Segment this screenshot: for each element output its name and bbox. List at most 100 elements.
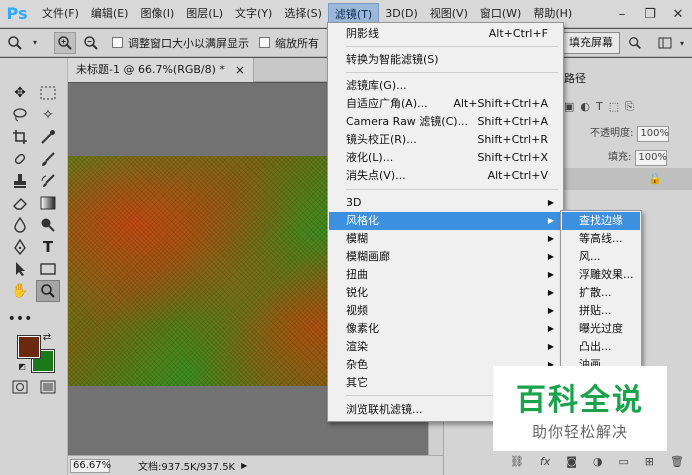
history-brush-tool-icon[interactable] [36,170,60,192]
filter-menu-item[interactable]: 模糊画廊 ▶ [329,248,562,266]
watermark-title: 百科全说 [516,383,644,418]
menu-select[interactable]: 选择(S) [278,3,328,25]
filter-menu-item[interactable]: 自适应广角(A)... Alt+Shift+Ctrl+A [329,95,562,113]
opacity-field[interactable]: 100% [637,126,670,142]
delete-layer-icon[interactable]: 🗑 [670,455,684,468]
photoshop-logo: Ps [6,4,28,23]
close-window-icon[interactable]: ✕ [664,0,692,28]
zoom-in-icon[interactable] [54,31,76,54]
shape-filter-icon[interactable]: ⬚ [609,100,619,114]
filter-menu-item-label: 锐化 [346,286,368,299]
menu-layer[interactable]: 图层(L) [180,3,229,25]
lasso-tool-icon[interactable] [8,104,32,126]
filter-menu-item[interactable]: 模糊 ▶ [329,230,562,248]
magic-wand-tool-icon[interactable]: ✧ [36,104,60,126]
smart-object-filter-icon[interactable]: ⎘ [625,100,634,114]
filter-menu-item[interactable]: 阴影线 Alt+Ctrl+F [329,25,562,43]
new-group-icon[interactable]: ▭ [618,455,628,468]
crop-tool-icon[interactable] [8,126,32,148]
move-tool-icon[interactable]: ✥ [8,82,32,104]
layer-row[interactable]: 🔒 [564,168,692,190]
status-arrow-icon[interactable]: ▶ [241,461,247,470]
zoom-tool-preset-icon[interactable] [4,32,26,54]
type-tool-icon[interactable]: T [36,236,60,258]
zoom-all-checkbox[interactable] [259,37,270,48]
submenu-item[interactable]: 扩散... [562,284,640,302]
filter-menu-item[interactable]: 转换为智能滤镜(S) [329,51,562,69]
document-tab[interactable]: 未标题-1 @ 66.7%(RGB/8) * × [68,58,254,82]
filter-menu-item[interactable]: 渲染 ▶ [329,338,562,356]
swap-colors-icon[interactable]: ⇄ [40,330,54,344]
dodge-tool-icon[interactable] [36,214,60,236]
submenu-item[interactable]: 拼贴... [562,302,640,320]
filter-menu-item[interactable]: 视频 ▶ [329,302,562,320]
type-filter-icon[interactable]: T [596,100,603,114]
rectangle-tool-icon[interactable] [36,258,60,280]
pen-tool-icon[interactable] [8,236,32,258]
eyedropper-tool-icon[interactable] [36,126,60,148]
menu-image[interactable]: 图像(I) [134,3,180,25]
submenu-arrow-icon: ▶ [547,342,554,351]
hand-tool-icon[interactable]: ✋ [8,280,32,302]
eraser-tool-icon[interactable] [8,192,32,214]
fill-field[interactable]: 100% [635,150,668,166]
workspace-dropdown-icon[interactable]: ▾ [676,32,688,54]
submenu-arrow-icon: ▶ [547,252,554,261]
submenu-item[interactable]: 等高线... [562,230,640,248]
submenu-item-find-edges[interactable]: 查找边缘 [562,212,640,230]
search-icon[interactable] [624,32,646,54]
path-selection-tool-icon[interactable] [8,258,32,280]
clone-stamp-tool-icon[interactable] [8,170,32,192]
default-colors-icon[interactable]: ◩ [16,360,28,372]
zoom-level-field[interactable]: 66.67% [70,458,111,473]
quick-mask-icon[interactable] [8,376,32,398]
resize-windows-checkbox[interactable] [112,37,123,48]
fx-icon[interactable]: fx [540,455,550,468]
menu-type[interactable]: 文字(Y) [229,3,278,25]
menu-file[interactable]: 文件(F) [36,3,85,25]
filter-menu-item[interactable]: Camera Raw 滤镜(C)... Shift+Ctrl+A [329,113,562,131]
screen-mode-icon[interactable] [36,376,60,398]
close-document-icon[interactable]: × [235,58,245,82]
filter-menu-item[interactable]: 锐化 ▶ [329,284,562,302]
zoom-tool-icon[interactable] [36,280,60,302]
minimize-icon[interactable]: – [608,0,636,28]
link-layers-icon[interactable]: ⛓ [510,455,524,468]
resize-windows-option[interactable]: 调整窗口大小以满屏显示 [112,35,249,51]
brush-tool-icon[interactable] [36,148,60,170]
filter-menu-item[interactable]: 镜头校正(R)... Shift+Ctrl+R [329,131,562,149]
zoom-all-option[interactable]: 缩放所有 [259,35,319,51]
foreground-color-swatch[interactable] [17,335,41,359]
marquee-tool-icon[interactable] [36,82,60,104]
add-mask-icon[interactable]: ◙ [566,455,577,468]
filter-menu-item[interactable]: 液化(L)... Shift+Ctrl+X [329,149,562,167]
filter-menu-item[interactable]: 消失点(V)... Alt+Ctrl+V [329,167,562,185]
fill-screen-button[interactable]: 填充屏幕 [562,32,620,54]
zoom-out-icon[interactable] [80,32,102,54]
filter-menu-item[interactable]: 像素化 ▶ [329,320,562,338]
submenu-arrow-icon: ▶ [547,288,554,297]
submenu-item[interactable]: 风... [562,248,640,266]
image-filter-icon[interactable]: ▣ [564,100,574,114]
more-tools-icon[interactable]: ••• [8,308,33,330]
submenu-item[interactable]: 曝光过度 [562,320,640,338]
submenu-arrow-icon: ▶ [547,198,554,207]
filter-menu-item[interactable]: 滤镜库(G)... [329,77,562,95]
menu-edit[interactable]: 编辑(E) [85,3,135,25]
submenu-item[interactable]: 浮雕效果... [562,266,640,284]
workspace-icon[interactable] [654,32,676,54]
filter-menu-item-stylize[interactable]: 风格化 ▶ [329,212,562,230]
new-layer-icon[interactable]: ⊞ [645,455,654,468]
filter-menu-item[interactable]: 3D ▶ [329,194,562,212]
maximize-icon[interactable]: ❐ [636,0,664,28]
filter-menu-item[interactable]: 扭曲 ▶ [329,266,562,284]
adjustment-filter-icon[interactable]: ◐ [580,100,590,114]
dropdown-arrow-icon[interactable]: ▾ [30,32,40,54]
filter-menu-item-label: 消失点(V)... [346,169,406,182]
healing-brush-tool-icon[interactable] [8,148,32,170]
adjustment-layer-icon[interactable]: ◑ [593,455,603,468]
submenu-item[interactable]: 凸出... [562,338,640,356]
paths-tab[interactable]: 路径 [564,70,586,86]
blur-tool-icon[interactable] [8,214,32,236]
gradient-tool-icon[interactable] [36,192,60,214]
